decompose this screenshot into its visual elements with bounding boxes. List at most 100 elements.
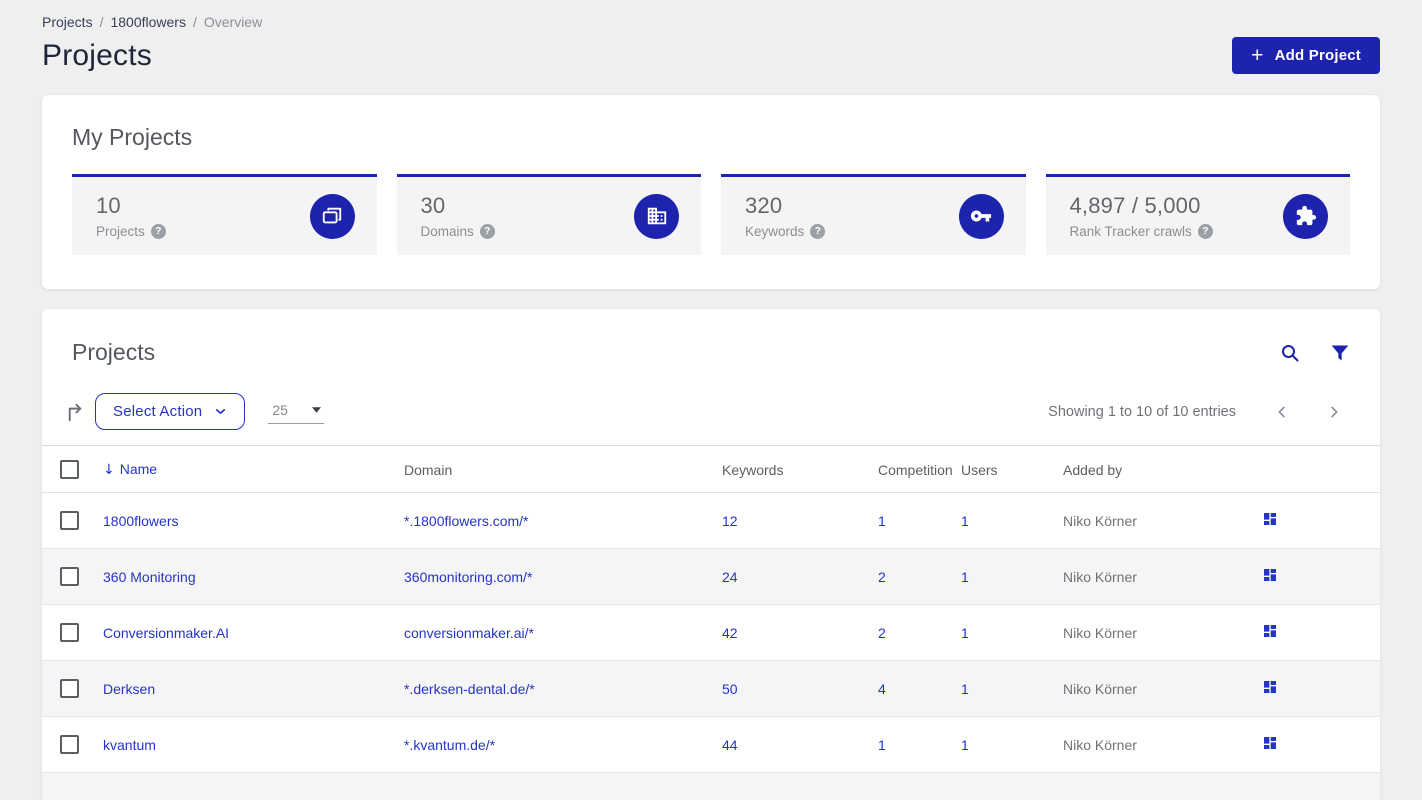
table-row: Conversionmaker.AI conversionmaker.ai/* … <box>42 604 1380 661</box>
page: Projects / 1800flowers / Overview Projec… <box>0 0 1422 800</box>
added-by: Niko Körner <box>1063 604 1262 661</box>
users-count[interactable]: 1 <box>961 513 969 529</box>
added-by: Niko Körner <box>1063 492 1262 549</box>
stat-domains-label: Domains <box>420 224 474 239</box>
breadcrumb-current: Overview <box>203 14 263 30</box>
project-domain-link[interactable]: conversionmaker.ai/* <box>404 625 534 641</box>
dashboard-icon[interactable] <box>1262 567 1278 583</box>
row-checkbox[interactable] <box>60 679 79 698</box>
column-header-keywords[interactable]: Keywords <box>722 445 878 493</box>
project-domain-link[interactable]: 360monitoring.com/* <box>404 569 532 585</box>
pagination <box>1274 404 1342 420</box>
breadcrumb: Projects / 1800flowers / Overview <box>42 0 1380 30</box>
stat-projects-label: Projects <box>96 224 145 239</box>
my-projects-card: My Projects 10 Projects ? 30 Domains ? 3… <box>42 95 1380 289</box>
filter-icon[interactable] <box>1330 343 1350 363</box>
help-icon[interactable]: ? <box>150 224 166 239</box>
puzzle-icon <box>1283 193 1328 239</box>
dashboard-icon[interactable] <box>1262 679 1278 695</box>
users-count[interactable]: 1 <box>961 569 969 585</box>
table-row-partial <box>42 772 1380 800</box>
page-size-select[interactable]: 25 <box>268 399 325 424</box>
project-name-link[interactable]: Derksen <box>103 681 155 697</box>
projects-table-title: Projects <box>72 339 156 365</box>
add-project-label: Add Project <box>1274 47 1361 64</box>
dashboard-icon[interactable] <box>1262 623 1278 639</box>
competition-count[interactable]: 1 <box>878 737 886 753</box>
stat-domains-value: 30 <box>420 193 446 218</box>
column-header-competition[interactable]: Competition <box>878 445 961 493</box>
table-row: 360 Monitoring 360monitoring.com/* 24 2 … <box>42 548 1380 605</box>
my-projects-title: My Projects <box>72 124 193 150</box>
added-by: Niko Körner <box>1063 548 1262 605</box>
row-checkbox[interactable] <box>60 511 79 530</box>
project-domain-link[interactable]: *.derksen-dental.de/* <box>404 681 535 697</box>
help-icon[interactable]: ? <box>1197 224 1213 239</box>
help-icon[interactable]: ? <box>479 224 495 239</box>
row-checkbox[interactable] <box>60 623 79 642</box>
keywords-count[interactable]: 44 <box>722 737 738 753</box>
breadcrumb-project-name[interactable]: 1800flowers <box>110 14 186 30</box>
project-name-link[interactable]: 360 Monitoring <box>103 569 196 585</box>
add-project-button[interactable]: + Add Project <box>1232 37 1380 74</box>
projects-table-body: 1800flowers *.1800flowers.com/* 12 1 1 N… <box>42 492 1380 800</box>
keywords-count[interactable]: 42 <box>722 625 738 641</box>
column-header-users[interactable]: Users <box>961 445 1063 493</box>
select-all-checkbox[interactable] <box>60 460 79 479</box>
users-count[interactable]: 1 <box>961 737 969 753</box>
table-row: Derksen *.derksen-dental.de/* 50 4 1 Nik… <box>42 660 1380 717</box>
column-header-added-by[interactable]: Added by <box>1063 445 1262 493</box>
stat-rank-tracker-crawls: 4,897 / 5,000 Rank Tracker crawls ? <box>1045 174 1350 255</box>
keywords-count[interactable]: 50 <box>722 681 738 697</box>
keywords-count[interactable]: 12 <box>722 513 738 529</box>
stat-keywords: 320 Keywords ? <box>721 174 1026 255</box>
keywords-count[interactable]: 24 <box>722 569 738 585</box>
chevron-left-icon[interactable] <box>1274 404 1290 420</box>
help-icon[interactable]: ? <box>810 224 826 239</box>
project-name-link[interactable]: kvantum <box>103 737 156 753</box>
search-icon[interactable] <box>1280 343 1300 363</box>
select-action-dropdown[interactable]: Select Action <box>95 393 246 430</box>
column-header-domain[interactable]: Domain <box>404 445 722 493</box>
dashboard-icon[interactable] <box>1262 735 1278 751</box>
stats-row: 10 Projects ? 30 Domains ? 320 Keywords … <box>72 174 1350 255</box>
row-checkbox[interactable] <box>60 567 79 586</box>
stat-keywords-value: 320 <box>745 193 783 218</box>
project-domain-link[interactable]: *.1800flowers.com/* <box>404 513 529 529</box>
forward-arrow-icon[interactable] <box>64 400 87 423</box>
page-header: Projects + Add Project <box>42 37 1380 74</box>
breadcrumb-projects[interactable]: Projects <box>42 14 93 30</box>
select-action-label: Select Action <box>113 403 203 420</box>
project-domain-link[interactable]: *.kvantum.de/* <box>404 737 495 753</box>
key-icon <box>958 193 1004 239</box>
breadcrumb-separator: / <box>99 14 104 30</box>
stat-crawls-label: Rank Tracker crawls <box>1069 224 1192 239</box>
project-name-link[interactable]: 1800flowers <box>103 513 179 529</box>
stat-keywords-label: Keywords <box>745 224 805 239</box>
competition-count[interactable]: 1 <box>878 513 886 529</box>
sort-desc-icon: ↓ <box>103 462 115 478</box>
page-title: Projects <box>42 38 152 72</box>
projects-table: ↓ Name Domain Keywords Competition Users … <box>42 445 1380 800</box>
added-by: Niko Körner <box>1063 660 1262 717</box>
competition-count[interactable]: 4 <box>878 681 886 697</box>
table-header-row: ↓ Name Domain Keywords Competition Users … <box>42 445 1380 493</box>
chevron-down-icon <box>216 409 226 414</box>
stat-crawls-value: 4,897 / 5,000 <box>1069 193 1201 218</box>
users-count[interactable]: 1 <box>961 625 969 641</box>
stat-domains: 30 Domains ? <box>396 174 701 255</box>
plus-icon: + <box>1251 43 1264 67</box>
competition-count[interactable]: 2 <box>878 569 886 585</box>
dashboard-icon[interactable] <box>1262 511 1278 527</box>
folder-copy-icon <box>309 193 355 239</box>
table-row: kvantum *.kvantum.de/* 44 1 1 Niko Körne… <box>42 716 1380 773</box>
project-name-link[interactable]: Conversionmaker.AI <box>103 625 229 641</box>
competition-count[interactable]: 2 <box>878 625 886 641</box>
chevron-right-icon[interactable] <box>1326 404 1342 420</box>
added-by: Niko Körner <box>1063 716 1262 773</box>
stat-projects: 10 Projects ? <box>72 174 377 255</box>
entries-summary: Showing 1 to 10 of 10 entries <box>1048 403 1236 420</box>
column-header-name[interactable]: ↓ Name <box>103 445 404 493</box>
users-count[interactable]: 1 <box>961 681 969 697</box>
row-checkbox[interactable] <box>60 735 79 754</box>
